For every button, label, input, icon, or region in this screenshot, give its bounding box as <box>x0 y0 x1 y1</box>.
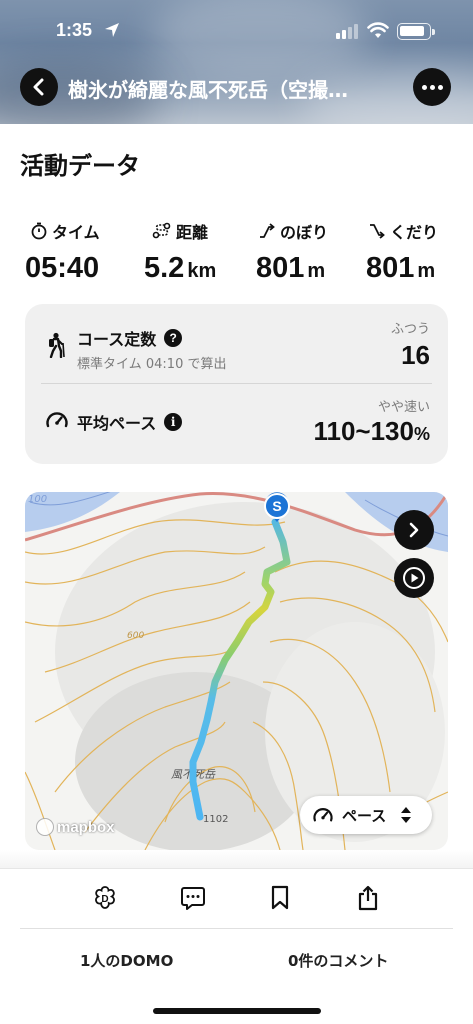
stopwatch-icon <box>31 222 47 240</box>
speedometer-icon <box>46 412 68 428</box>
average-pace-text: 平均ペース <box>77 414 157 433</box>
svg-text:S: S <box>272 498 281 514</box>
elevation-label: 1102 <box>203 814 228 825</box>
mapbox-logo-icon <box>36 818 54 836</box>
page-title: 樹氷が綺麗な風不死岳（空撮… <box>68 78 348 102</box>
contour-label: 600 <box>127 631 144 641</box>
status-time: 1:35 <box>56 20 93 40</box>
stat-value: 801 <box>256 252 305 284</box>
play-icon <box>403 567 425 589</box>
stat-ascent: のぼり 801 m <box>256 218 376 285</box>
back-button[interactable] <box>20 68 58 106</box>
domo-button[interactable]: D <box>91 884 119 912</box>
bottom-action-bar <box>0 868 473 1024</box>
domo-count-link[interactable]: 1人のDOMO <box>80 950 173 971</box>
comment-icon <box>181 887 205 910</box>
pace-layer-selector[interactable]: ペース <box>300 796 432 834</box>
share-button[interactable] <box>354 884 382 912</box>
home-indicator <box>153 1008 321 1014</box>
bottom-fade <box>0 850 473 870</box>
stat-label: のぼり <box>280 223 329 242</box>
descent-icon <box>370 224 385 239</box>
pace-rating: やや速い <box>377 400 430 415</box>
hiker-icon <box>49 332 65 358</box>
comment-count-link[interactable]: 0件のコメント <box>288 950 388 971</box>
stat-distance: 距離 5.2 km <box>144 218 270 285</box>
battery-icon <box>397 23 435 40</box>
stat-label: くだり <box>390 223 439 242</box>
stat-time: タイム 05:40 <box>25 218 148 285</box>
status-bar: 1:35 <box>0 0 473 60</box>
bookmark-button[interactable] <box>266 884 294 912</box>
cellular-signal-icon <box>336 24 358 39</box>
standard-time-note: 標準タイム 04:10 で算出 <box>77 357 227 372</box>
route-icon <box>152 222 171 239</box>
help-icon[interactable]: ? <box>164 329 183 347</box>
course-rating: ふつう <box>390 322 430 337</box>
divider <box>20 928 453 929</box>
course-constant-value: 16 <box>401 340 430 370</box>
activity-summary-card: コース定数 ? 標準タイム 04:10 で算出 ふつう 16 平均ペース i や… <box>25 304 448 464</box>
location-arrow-icon <box>105 23 119 37</box>
mapbox-attribution[interactable]: mapbox <box>36 818 115 836</box>
more-options-button[interactable] <box>413 68 451 106</box>
wifi-icon <box>367 22 389 38</box>
stat-unit: m <box>307 260 326 282</box>
course-constant-label: コース定数 ? <box>77 326 183 350</box>
divider <box>41 383 432 384</box>
stat-value: 801 <box>366 252 415 284</box>
stat-unit: m <box>417 260 436 282</box>
stat-unit: km <box>187 260 217 282</box>
contour-label: 100 <box>28 494 47 505</box>
mapbox-text: mapbox <box>57 818 115 836</box>
stat-value: 05:40 <box>25 252 100 284</box>
next-button[interactable] <box>394 510 434 550</box>
sort-arrows-icon <box>401 807 412 823</box>
ascent-icon <box>260 223 275 238</box>
section-title: 活動データ <box>20 152 140 180</box>
info-icon[interactable]: i <box>164 413 183 431</box>
average-pace-value: 110~130% <box>313 416 430 447</box>
average-pace-label: 平均ペース i <box>77 410 183 434</box>
pace-value: 110~130 <box>313 416 414 446</box>
play-button[interactable] <box>394 558 434 598</box>
chevron-right-icon <box>409 522 419 538</box>
stat-descent: くだり 801 m <box>366 218 473 285</box>
svg-text:D: D <box>101 894 108 905</box>
share-icon <box>358 885 378 911</box>
domo-flower-icon: D <box>95 886 115 909</box>
pace-button-label: ペース <box>342 806 387 825</box>
speedometer-icon <box>313 808 333 822</box>
comment-button[interactable] <box>179 884 207 912</box>
chevron-left-icon <box>33 78 44 96</box>
stat-label: タイム <box>52 223 100 242</box>
course-constant-text: コース定数 <box>77 330 157 349</box>
bookmark-icon <box>271 885 289 910</box>
pace-unit: % <box>413 424 430 444</box>
stat-label: 距離 <box>176 223 209 242</box>
stat-value: 5.2 <box>144 252 185 284</box>
